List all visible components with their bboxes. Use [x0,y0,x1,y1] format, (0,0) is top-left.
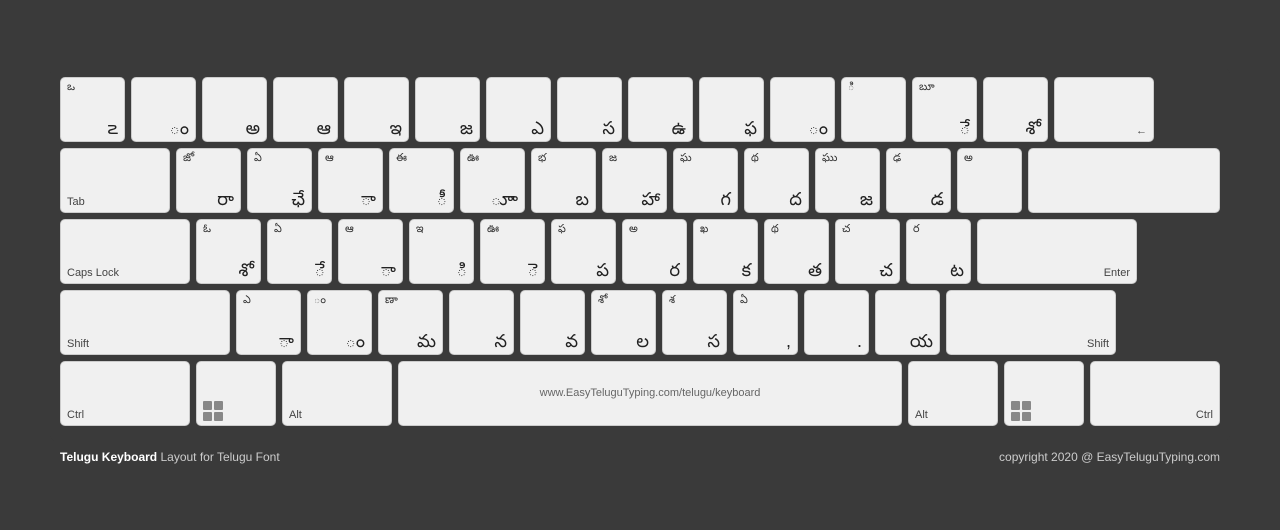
key-w[interactable]: ఏ ఛే [247,148,312,213]
key-c[interactable]: ణా మ [378,290,443,355]
key-b[interactable]: వ [520,290,585,355]
key-g[interactable]: ఊ ె [480,219,545,284]
key-o[interactable]: థ ద [744,148,809,213]
key-quote[interactable]: ర ట [906,219,971,284]
key-j[interactable]: అ ర [622,219,687,284]
key-backtick[interactable]: ఒ ౽ [60,77,125,142]
key-p[interactable]: ఘు జ [815,148,880,213]
windows-icon-left [203,401,223,421]
key-t[interactable]: ఊ ూా [460,148,525,213]
key-q[interactable]: జో రా [176,148,241,213]
caps-lock-key[interactable]: Caps Lock [60,219,190,284]
key-f[interactable]: ఇ ి [409,219,474,284]
alt-left-key[interactable]: Alt [282,361,392,426]
key-s[interactable]: ఏ ే [267,219,332,284]
key-semicolon[interactable]: చ చ [835,219,900,284]
key-row-2: Tab జో రా ఏ ఛే ఆ ా ఈ ీ ఊ ూా [60,148,1220,213]
key-r[interactable]: ఈ ీ [389,148,454,213]
key-m[interactable]: శ స [662,290,727,355]
key-6[interactable]: ఎ [486,77,551,142]
footer-left: Telugu Keyboard Layout for Telugu Font [60,450,280,464]
key-minus[interactable]: ి [841,77,906,142]
key-k[interactable]: ఖ క [693,219,758,284]
enter-key-top[interactable] [1028,148,1220,213]
win-right-key[interactable] [1004,361,1084,426]
tab-key[interactable]: Tab [60,148,170,213]
spacebar-key[interactable]: www.EasyTeluguTyping.com/telugu/keyboard [398,361,902,426]
key-row-4: Shift ఎ ా ం ం ణా మ న వ శో ల [60,290,1220,355]
shift-right-key[interactable]: Shift [946,290,1116,355]
key-z[interactable]: ఎ ా [236,290,301,355]
keyboard-footer: Telugu Keyboard Layout for Telugu Font c… [50,450,1230,464]
key-0[interactable]: ం [770,77,835,142]
windows-icon-right [1011,401,1031,421]
key-i[interactable]: ఘ గ [673,148,738,213]
key-a[interactable]: ఓ శో [196,219,261,284]
key-1[interactable]: ం [131,77,196,142]
key-7[interactable]: స [557,77,622,142]
keyboard-wrapper: ఒ ౽ ం అ ఆ ఇ జ ఎ స [50,47,1230,484]
key-v[interactable]: న [449,290,514,355]
key-equals[interactable]: బూ ే [912,77,977,142]
key-n[interactable]: శో ల [591,290,656,355]
key-3[interactable]: ఆ [273,77,338,142]
key-slash[interactable]: య [875,290,940,355]
key-2[interactable]: అ [202,77,267,142]
key-period[interactable]: . [804,290,869,355]
key-4[interactable]: ఇ [344,77,409,142]
key-row-5: Ctrl Alt www.EasyTeluguTyping.com/telugu… [60,361,1220,426]
key-h[interactable]: ఫ ప [551,219,616,284]
key-x[interactable]: ం ం [307,290,372,355]
footer-right: copyright 2020 @ EasyTeluguTyping.com [999,450,1220,464]
key-row-1: ఒ ౽ ం అ ఆ ఇ జ ఎ స [60,77,1220,142]
key-9[interactable]: ఫ [699,77,764,142]
key-l[interactable]: థ త [764,219,829,284]
backspace-key[interactable]: ← [1054,77,1154,142]
key-bracket-open[interactable]: ఢ డ [886,148,951,213]
key-d[interactable]: ఆ ా [338,219,403,284]
ctrl-right-key[interactable]: Ctrl [1090,361,1220,426]
key-y[interactable]: భ బ [531,148,596,213]
key-e[interactable]: ఆ ా [318,148,383,213]
key-u[interactable]: జ హా [602,148,667,213]
key-comma[interactable]: ఏ , [733,290,798,355]
key-bracket-close[interactable]: అ [957,148,1022,213]
ctrl-left-key[interactable]: Ctrl [60,361,190,426]
shift-left-key[interactable]: Shift [60,290,230,355]
enter-key[interactable]: Enter [977,219,1137,284]
keyboard: ఒ ౽ ం అ ఆ ఇ జ ఎ స [50,67,1230,442]
win-left-key[interactable] [196,361,276,426]
key-backslash[interactable]: శో [983,77,1048,142]
key-row-3: Caps Lock ఓ శో ఏ ే ఆ ా ఇ ి ఊ ె [60,219,1220,284]
alt-right-key[interactable]: Alt [908,361,998,426]
key-5[interactable]: జ [415,77,480,142]
key-8[interactable]: ఉ [628,77,693,142]
